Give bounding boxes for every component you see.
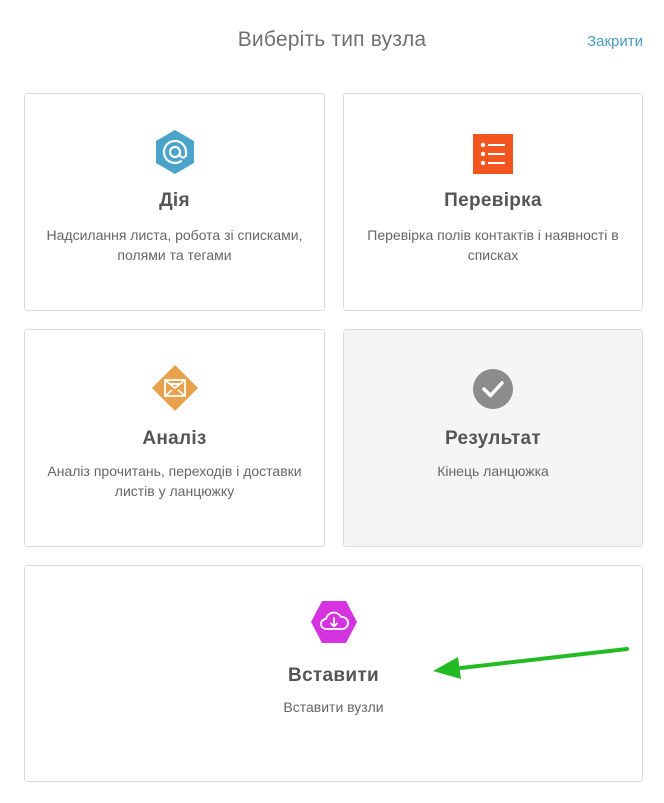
card-title: Аналіз [142, 428, 207, 449]
card-description: Надсилання листа, робота зі списками, по… [46, 227, 303, 263]
node-type-card-paste[interactable]: Вставити Вставити вузли [24, 565, 643, 782]
card-description: Аналіз прочитань, переходів і доставки л… [47, 463, 302, 499]
node-type-card-check[interactable]: Перевірка Перевірка полів контактів і на… [343, 93, 643, 311]
card-description: Кінець ланцюжка [437, 463, 549, 479]
card-title: Вставити [288, 665, 379, 686]
card-title: Дія [159, 190, 190, 211]
close-link[interactable]: Закрити [587, 33, 643, 50]
checkmark-icon [469, 365, 517, 413]
cloud-download-icon [310, 598, 358, 646]
envelope-icon [151, 364, 199, 412]
at-sign-icon [151, 128, 199, 176]
dialog-title: Виберіть тип вузла [237, 28, 427, 51]
card-description: Вставити вузли [283, 699, 384, 715]
node-type-card-action[interactable]: Дія Надсилання листа, робота зі списками… [24, 93, 325, 311]
card-description: Перевірка полів контактів і наявності в … [367, 227, 619, 263]
card-title: Результат [444, 428, 541, 449]
card-title: Перевірка [444, 190, 542, 211]
checklist-icon [469, 130, 517, 178]
node-type-card-analysis[interactable]: Аналіз Аналіз прочитань, переходів і дос… [24, 329, 325, 547]
node-type-card-result: Результат Кінець ланцюжка [343, 329, 643, 547]
